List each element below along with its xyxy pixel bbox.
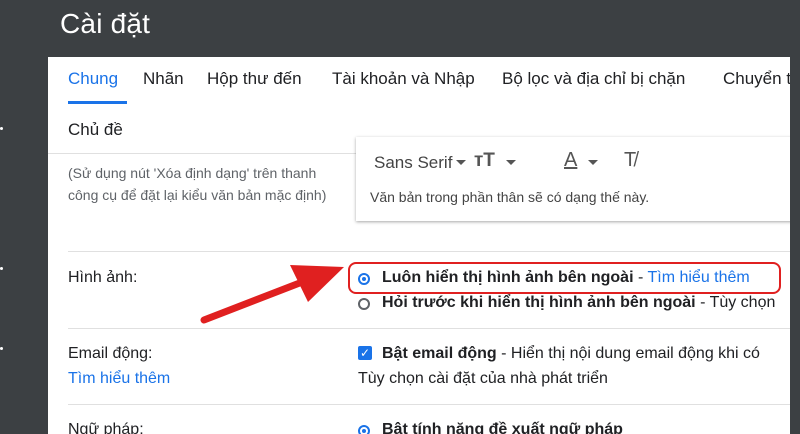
dynamic-email-option[interactable]: Bật email động - Hiển thị nội dung email…: [382, 345, 760, 363]
chevron-down-icon[interactable]: [456, 160, 466, 165]
ask-before-images-radio[interactable]: [358, 298, 370, 310]
font-select[interactable]: Sans Serif: [374, 153, 452, 173]
text-style-hint: (Sử dụng nút 'Xóa định dạng' trên thanh …: [68, 165, 327, 203]
grammar-suggestions-radio[interactable]: [358, 425, 370, 434]
active-tab-indicator: [68, 101, 127, 104]
right-background: [790, 57, 800, 434]
option-label: Hỏi trước khi hiển thị hình ảnh bên ngoà…: [382, 294, 696, 311]
settings-panel: Chung Nhãn Hộp thư đến Tài khoản và Nhập…: [48, 57, 790, 434]
tab-accounts-import[interactable]: Tài khoản và Nhập: [332, 69, 475, 89]
images-label: Hình ảnh:: [68, 269, 138, 286]
background-dot: [0, 127, 3, 130]
row-divider: [68, 404, 790, 405]
background-dot: [0, 267, 3, 270]
chevron-down-icon[interactable]: [588, 160, 598, 165]
sample-text: Văn bản trong phần thân sẽ có dạng thế n…: [370, 189, 650, 205]
annotation-arrow-icon: [200, 265, 344, 324]
dynamic-email-learn-more-link[interactable]: Tìm hiểu thêm: [68, 370, 170, 388]
background-dot: [0, 347, 3, 350]
text-format-toolbar: Sans Serif тT A T̸ Văn bản trong phần th…: [356, 137, 790, 221]
tab-labels[interactable]: Nhãn: [143, 69, 184, 89]
page-title: Cài đặt: [60, 8, 151, 39]
row-divider: [68, 251, 790, 252]
chevron-down-icon[interactable]: [506, 160, 516, 165]
dynamic-email-label: Email động:: [68, 345, 153, 362]
annotation-highlight-box: [348, 262, 781, 294]
grammar-suggestions-option[interactable]: Bật tính năng đề xuất ngữ pháp: [382, 421, 623, 434]
option-label: Bật tính năng đề xuất ngữ pháp: [382, 421, 623, 434]
text-size-icon[interactable]: тT: [474, 150, 495, 172]
clear-formatting-icon[interactable]: T̸: [624, 149, 636, 172]
tab-forwarding[interactable]: Chuyển t: [723, 69, 790, 89]
option-description: Tùy chọn: [709, 294, 776, 311]
developer-settings-link[interactable]: Tùy chọn cài đặt của nhà phát triển: [358, 370, 608, 388]
row-divider: [68, 328, 790, 329]
dynamic-email-checkbox[interactable]: ✓: [358, 346, 372, 360]
option-separator: -: [695, 294, 710, 311]
left-background: [0, 57, 48, 434]
option-label: Bật email động: [382, 345, 497, 362]
tab-inbox[interactable]: Hộp thư đến: [207, 69, 302, 89]
settings-header: Cài đặt: [0, 0, 800, 57]
tab-filters-blocked[interactable]: Bộ lọc và địa chỉ bị chặn: [502, 69, 685, 89]
option-description: - Hiển thị nội dung email động khi có: [496, 345, 760, 362]
ask-before-images-option[interactable]: Hỏi trước khi hiển thị hình ảnh bên ngoà…: [382, 294, 775, 312]
tab-themes[interactable]: Chủ đề: [68, 120, 123, 140]
grammar-label: Ngữ pháp:: [68, 421, 144, 434]
tab-general[interactable]: Chung: [68, 69, 118, 89]
text-color-icon[interactable]: A: [564, 149, 577, 172]
